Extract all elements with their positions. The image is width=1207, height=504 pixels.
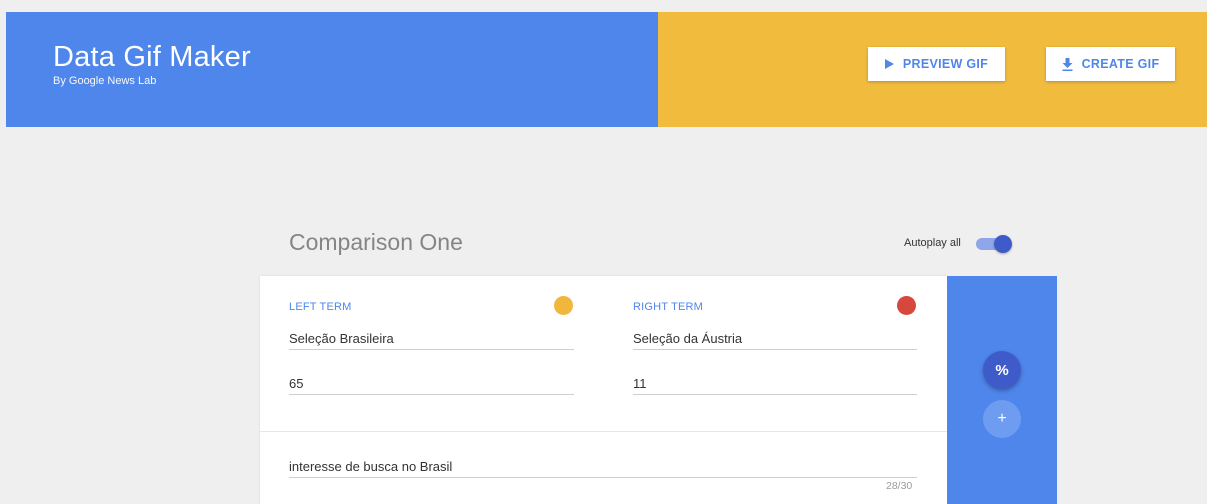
right-color-dot[interactable] (897, 296, 916, 315)
left-term-label: LEFT TERM (289, 301, 352, 313)
download-icon (1062, 57, 1073, 71)
card-divider (260, 431, 947, 432)
add-comparison-button[interactable]: + (983, 400, 1021, 438)
header-title-area: Data Gif Maker By Google News Lab (6, 12, 658, 127)
character-counter: 28/30 (886, 480, 913, 492)
app-title: Data Gif Maker (53, 41, 251, 73)
right-term-label: RIGHT TERM (633, 301, 704, 313)
header-actions-area: PREVIEW GIF CREATE GIF (658, 12, 1207, 127)
comparison-card: LEFT TERM Seleção Brasileira 65 RIGHT TE… (260, 276, 947, 504)
percent-button[interactable]: % (983, 351, 1021, 389)
autoplay-label: Autoplay all (904, 237, 961, 249)
preview-gif-label: PREVIEW GIF (902, 57, 989, 71)
right-value-input[interactable]: 11 (633, 374, 917, 395)
left-value-input[interactable]: 65 (289, 374, 574, 395)
right-term-input[interactable]: Seleção da Áustria (633, 329, 917, 350)
left-color-dot[interactable] (554, 296, 573, 315)
create-gif-button[interactable]: CREATE GIF (1046, 47, 1175, 81)
create-gif-label: CREATE GIF (1081, 57, 1160, 71)
autoplay-toggle-knob[interactable] (994, 235, 1012, 253)
comparison-title: Comparison One (289, 229, 463, 255)
app-subtitle: By Google News Lab (53, 75, 157, 87)
description-input[interactable]: interesse de busca no Brasil (289, 457, 917, 478)
play-icon (884, 59, 894, 69)
side-action-panel (947, 276, 1057, 504)
left-term-input[interactable]: Seleção Brasileira (289, 329, 574, 350)
preview-gif-button[interactable]: PREVIEW GIF (868, 47, 1005, 81)
